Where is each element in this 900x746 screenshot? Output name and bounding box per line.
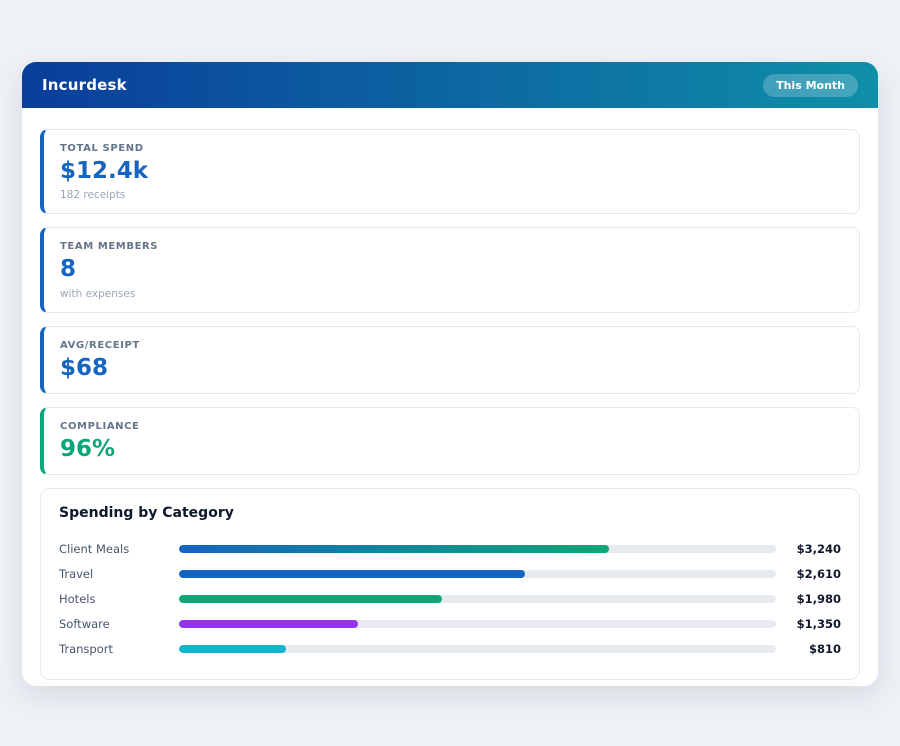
category-value: $1,350: [796, 616, 841, 631]
stat-card-compliance: COMPLIANCE 96%: [40, 406, 860, 476]
chart-row-travel: Travel $2,610: [59, 561, 841, 586]
chart-row-transport: Transport $810: [59, 636, 841, 661]
bar-track: [179, 644, 776, 653]
category-label: Transport: [59, 641, 113, 656]
stat-label: COMPLIANCE: [60, 420, 140, 432]
stat-subtext: with expenses: [60, 287, 136, 300]
bar-fill: [179, 569, 526, 578]
chart-row-hotels: Hotels $1,980: [59, 586, 841, 611]
stat-value: 8: [60, 256, 77, 283]
stat-value: 96%: [60, 435, 116, 462]
category-value: $2,610: [796, 566, 841, 581]
category-value: $3,240: [796, 541, 841, 556]
category-label: Travel: [59, 566, 94, 581]
category-label: Software: [59, 616, 110, 631]
bar-track: [179, 594, 776, 603]
category-value: $810: [808, 641, 841, 656]
stat-card-team-members: TEAM MEMBERS 8 with expenses: [40, 227, 860, 313]
stat-card-avg-receipt: AVG/RECEIPT $68: [40, 325, 860, 394]
stat-card-total-spend: TOTAL SPEND $12.4k 182 receipts: [40, 129, 860, 215]
category-label: Client Meals: [59, 541, 130, 556]
stat-label: TEAM MEMBERS: [60, 241, 159, 253]
chart-title: Spending by Category: [59, 505, 234, 522]
bar-fill: [179, 644, 287, 653]
period-badge[interactable]: This Month: [763, 73, 858, 97]
header-bar: Incurdesk This Month: [22, 62, 878, 108]
stat-label: AVG/RECEIPT: [60, 339, 140, 351]
bar-fill: [179, 544, 609, 553]
category-value: $1,980: [796, 591, 841, 606]
chart-row-client-meals: Client Meals $3,240: [59, 536, 841, 561]
dashboard-card: Incurdesk This Month TOTAL SPEND $12.4k …: [22, 62, 878, 686]
spending-by-category-card: Spending by Category Client Meals $3,240…: [40, 488, 860, 681]
bar-track: [179, 569, 776, 578]
dashboard-body: TOTAL SPEND $12.4k 182 receipts TEAM MEM…: [22, 108, 878, 686]
stat-value: $12.4k: [60, 158, 149, 184]
bar-track: [179, 619, 776, 628]
stat-value: $68: [60, 354, 109, 381]
bar-fill: [179, 594, 442, 603]
stat-subtext: 182 receipts: [60, 189, 126, 202]
bar-track: [179, 544, 776, 553]
category-label: Hotels: [59, 591, 96, 606]
chart-row-software: Software $1,350: [59, 611, 841, 636]
bar-chart: Client Meals $3,240 Travel $2,610 Hotels: [59, 536, 841, 661]
stat-label: TOTAL SPEND: [60, 143, 144, 154]
app-title: Incurdesk: [42, 76, 127, 94]
bar-fill: [179, 619, 359, 628]
